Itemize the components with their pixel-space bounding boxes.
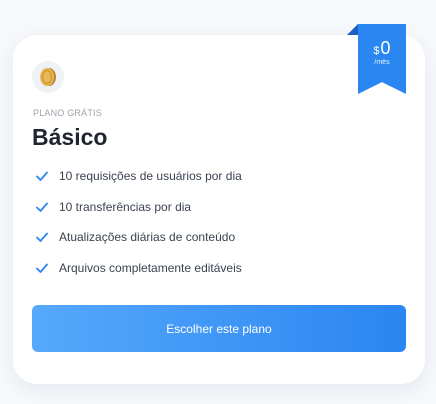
plan-label: PLANO GRÁTIS bbox=[33, 108, 102, 118]
feature-text: 10 transferências por dia bbox=[59, 199, 192, 214]
feature-item: 10 transferências por dia bbox=[35, 197, 242, 217]
feature-text: 10 requisições de usuários por dia bbox=[59, 169, 242, 183]
feature-item: Atualizações diárias de conteúdo bbox=[35, 227, 242, 247]
price-currency: $ bbox=[373, 45, 380, 57]
coin-icon bbox=[40, 68, 56, 86]
check-icon bbox=[36, 202, 48, 212]
feature-text: Arquivos completamente editáveis bbox=[59, 260, 242, 275]
price-row: $ 0 bbox=[358, 39, 406, 57]
check-icon bbox=[36, 263, 48, 273]
check-icon bbox=[36, 171, 48, 181]
price-period: /mês bbox=[374, 59, 390, 66]
price-amount: 0 bbox=[380, 38, 391, 58]
feature-item: Arquivos completamente editáveis bbox=[35, 258, 242, 278]
plan-icon-badge bbox=[32, 61, 64, 93]
feature-item: 10 requisições de usuários por dia bbox=[35, 166, 242, 186]
ribbon-fold bbox=[347, 24, 358, 35]
feature-text: Atualizações diárias de conteúdo bbox=[59, 230, 236, 244]
choose-plan-button[interactable]: Escolher este plano bbox=[32, 305, 406, 352]
feature-list: 10 requisições de usuários por dia 10 tr… bbox=[35, 166, 242, 288]
plan-title: Básico bbox=[32, 124, 108, 150]
check-icon bbox=[36, 232, 48, 242]
